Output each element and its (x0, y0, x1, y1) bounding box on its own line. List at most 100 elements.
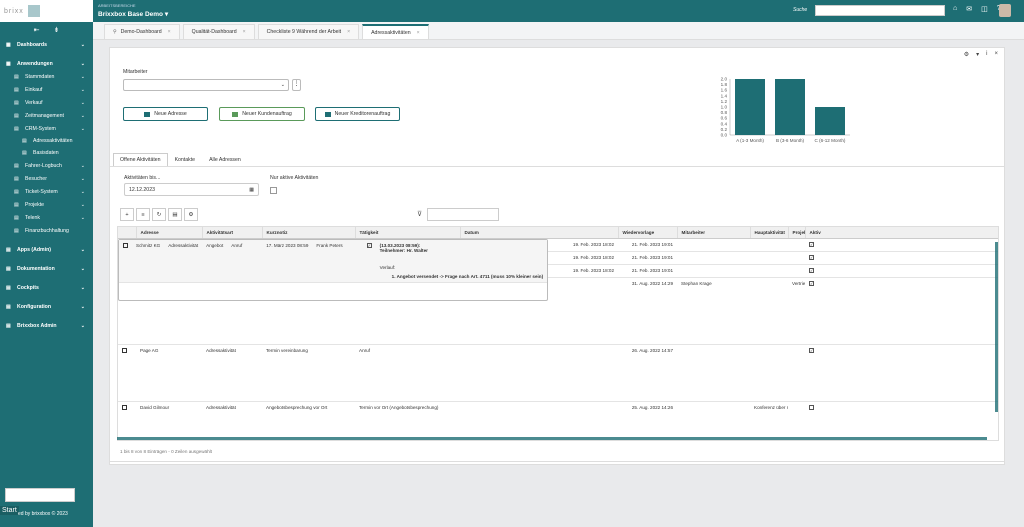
sidebar-item-dokumentation[interactable]: ▤ Dokumentation ⌄ (0, 262, 93, 275)
more-options-button[interactable]: ⋮ (292, 79, 301, 91)
sidebar-item-telenk[interactable]: ▤ Telenk ⌄ (0, 211, 93, 224)
date-input[interactable]: 12.12.2023 ▦ (124, 183, 259, 196)
sidebar-item-verkauf[interactable]: ▤ Verkauf ⌄ (0, 96, 93, 109)
mitarbeiter-select[interactable]: ⌄ (123, 79, 289, 91)
refresh-icon[interactable]: ↻ (152, 208, 166, 221)
cell-datum: 19. Feb. 2023 18:02 (537, 264, 619, 278)
sidebar-item-crm-system[interactable]: ▤ CRM-System ⌄ (0, 122, 93, 135)
workspace-selector[interactable]: Brixxbox Base Demo ▾ (98, 10, 168, 18)
tab-alle-adressen[interactable]: Alle Adressen (202, 153, 248, 167)
mail-icon[interactable]: ✉ (966, 5, 972, 13)
edit-icon[interactable] (123, 242, 128, 248)
tab-demo-dashboard[interactable]: ⚲ Demo-Dashboard × (104, 24, 180, 39)
aktiv-checkbox[interactable]: ✓ (366, 242, 372, 248)
chevron-down-icon: ⌄ (80, 201, 85, 208)
cell-ma (677, 344, 751, 402)
neuer-kreditorenauftrag-button[interactable]: Neuer Kreditorenauftrag (315, 107, 400, 121)
column-header[interactable]: Kurznotiz (262, 227, 356, 239)
sidebar-item-besucher[interactable]: ▤ Besucher ⌄ (0, 172, 93, 185)
edit-icon[interactable] (122, 347, 127, 353)
tab-adressaktivitaeten[interactable]: Adressaktivitäten × (362, 24, 429, 39)
aktiv-checkbox[interactable]: ✓ (809, 241, 815, 247)
tab-offene-aktivitaeten[interactable]: Offene Aktivitäten (113, 153, 168, 167)
cell-edit[interactable] (119, 239, 132, 283)
pin-icon[interactable]: ⚲ (113, 29, 117, 35)
columns-button[interactable]: ≡ (136, 208, 150, 221)
close-icon[interactable]: × (417, 30, 420, 36)
sidebar-item-brixxbox-admin[interactable]: ▤ Brixxbox Admin ⌄ (0, 319, 93, 332)
tab-kontakte[interactable]: Kontakte (168, 153, 202, 167)
chevron-down-icon: ⌄ (80, 73, 85, 80)
close-icon[interactable]: × (243, 29, 246, 35)
close-icon[interactable]: × (168, 29, 171, 35)
cell-edit[interactable] (118, 344, 136, 402)
nur-aktive-checkbox[interactable] (270, 187, 277, 194)
aktiv-checkbox[interactable]: ✓ (809, 254, 815, 260)
chevron-down-icon[interactable]: ▾ (976, 51, 979, 58)
sidebar-item-finanzbuchhaltung[interactable]: ▤ Finanzbuchhaltung (0, 224, 93, 237)
sidebar-item-fahrer-logbuch[interactable]: ▤ Fahrer-Logbuch ⌄ (0, 159, 93, 172)
neuer-kundenauftrag-button[interactable]: Neuer Kundenauftrag (219, 107, 305, 121)
settings-icon[interactable]: ⚙ (964, 51, 969, 58)
column-header[interactable]: Mitarbeiter (677, 227, 751, 239)
add-button[interactable]: + (120, 208, 134, 221)
aktiv-checkbox[interactable]: ✓ (809, 267, 815, 273)
sidebar-item-projekte[interactable]: ▤ Projekte ⌄ (0, 198, 93, 211)
edit-icon[interactable] (122, 404, 127, 410)
sidebar-item-dashboards[interactable]: ▦ Dashboards ⌄ (0, 38, 93, 51)
sidebar-item-basisdaten[interactable]: ▤ Basisdaten (0, 147, 93, 159)
chevron-down-icon: ⌄ (80, 246, 85, 253)
grid-filter-input[interactable] (427, 208, 499, 221)
sidebar-item-ticket-system[interactable]: ▤ Ticket-System ⌄ (0, 185, 93, 198)
export-button[interactable]: ▤ (168, 208, 182, 221)
column-header[interactable]: Adresse (136, 227, 203, 239)
tab-qualitaet-dashboard[interactable]: Qualität-Dashboard × (182, 24, 255, 39)
bar[interactable] (775, 79, 805, 135)
table-row[interactable]: Schmitz KG Adressaktivität Angebot Anruf 17.… (118, 238, 549, 301)
bar[interactable] (815, 107, 845, 135)
column-header[interactable]: Datum (460, 227, 619, 239)
vertical-scrollbar[interactable] (995, 242, 998, 412)
cell-edit[interactable] (118, 401, 136, 440)
sidebar-item-apps-admin-[interactable]: ▤ Apps (Admin) ⌄ (0, 243, 93, 256)
sidebar-item-einkauf[interactable]: ▤ Einkauf ⌄ (0, 83, 93, 96)
calendar-icon[interactable]: ▦ (249, 187, 254, 193)
horizontal-scrollbar[interactable] (117, 437, 987, 440)
sidebar-item-label: Dashboards (17, 41, 47, 48)
info-icon[interactable]: i (986, 51, 987, 58)
sidebar-item-label: Anwendungen (17, 60, 53, 67)
sidebar-search-input[interactable] (5, 488, 75, 502)
column-header[interactable]: Tätigkeit (355, 227, 461, 239)
aktiv-checkbox[interactable] (809, 404, 815, 410)
avatar[interactable] (999, 4, 1011, 17)
column-header[interactable]: Projekt (788, 227, 806, 239)
bar[interactable] (735, 79, 765, 135)
aktiv-checkbox[interactable]: ✓ (809, 280, 815, 286)
sidebar-item-anwendungen[interactable]: ▦ Anwendungen ⌄ (0, 57, 93, 70)
neue-adresse-button[interactable]: Neue Adresse (123, 107, 208, 121)
sidebar-item-adressaktivitäten[interactable]: ▤ Adressaktivitäten (0, 135, 93, 147)
close-icon[interactable]: × (994, 51, 998, 58)
start-button[interactable]: Start (0, 506, 19, 515)
notification-icon[interactable]: ◫ (981, 5, 988, 13)
column-header[interactable]: Hauptaktivität (750, 227, 789, 239)
column-header[interactable]: Wiedervorlage (618, 227, 678, 239)
home-icon[interactable]: ⌂ (953, 5, 957, 13)
sidebar-item-stammdaten[interactable]: ▤ Stammdaten ⌄ (0, 70, 93, 83)
table-row[interactable]: David Gilmour Adressaktivität Angebotsbesp… (118, 401, 998, 440)
pin-icon[interactable]: ⇟ (54, 26, 60, 34)
global-search-input[interactable] (815, 5, 945, 16)
sidebar-item-zeitmanagement[interactable]: ▤ Zeitmanagement ⌄ (0, 109, 93, 122)
table-row[interactable]: Page AG Adressaktivität Termin vereinbarun… (118, 344, 998, 402)
back-arrow-icon[interactable]: ⇤ (34, 26, 40, 34)
tab-checkliste[interactable]: Checkliste 9 Während der Arbeit × (257, 24, 360, 39)
aktiv-checkbox[interactable]: ✓ (809, 347, 815, 353)
sidebar-item-cockpits[interactable]: ▤ Cockpits ⌄ (0, 281, 93, 294)
menu-icon: ▤ (14, 188, 19, 195)
column-header[interactable]: Aktiv (805, 227, 998, 239)
gear-icon[interactable]: ⚙ (184, 208, 198, 221)
column-header[interactable]: Aktivitätsart (202, 227, 263, 239)
tab-bar: ⚲ Demo-Dashboard × Qualität-Dashboard × Che… (93, 22, 1024, 40)
close-icon[interactable]: × (347, 29, 350, 35)
sidebar-item-konfiguration[interactable]: ▤ Konfiguration ⌄ (0, 300, 93, 313)
